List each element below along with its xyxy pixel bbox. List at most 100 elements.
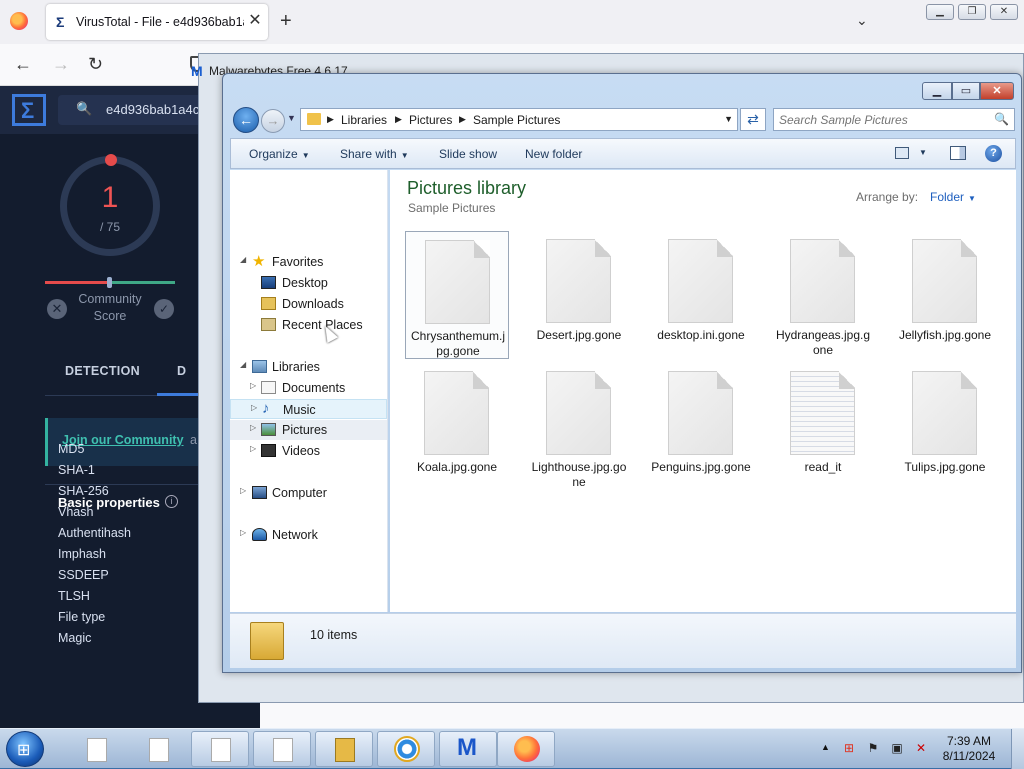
expanded-triangle-icon[interactable]: ◢ [240, 360, 246, 369]
browser-restore-button[interactable]: ❐ [958, 4, 986, 20]
collapsed-triangle-icon[interactable]: ▷ [240, 528, 246, 537]
action-center-flag-icon[interactable]: ⚑ [866, 741, 880, 755]
computer-icon [252, 486, 267, 499]
browser-minimize-button[interactable]: ▁ [926, 4, 954, 20]
breadcrumb-sample-pictures[interactable]: Sample Pictures [473, 113, 560, 127]
file-item[interactable]: Jellyfish.jpg.gone [893, 231, 997, 359]
forward-arrow-icon[interactable]: → [52, 54, 70, 75]
virustotal-logo-icon[interactable]: Σ [12, 94, 46, 126]
nav-pictures[interactable]: ▷ Pictures [230, 420, 387, 440]
address-bar[interactable]: ▶ Libraries ▶ Pictures ▶ Sample Pictures… [300, 108, 738, 131]
maximize-button[interactable]: ▭ [952, 82, 980, 100]
file-item[interactable]: Tulips.jpg.gone [893, 363, 997, 491]
info-icon[interactable]: i [165, 495, 178, 508]
page-fold [961, 239, 977, 257]
nav-music[interactable]: ▷ ♪ Music [230, 399, 387, 419]
preview-pane-icon[interactable] [950, 146, 966, 160]
volume-muted-icon[interactable]: ✕ [914, 741, 928, 755]
chevron-right-icon[interactable]: ▶ [395, 114, 402, 125]
search-box[interactable]: 🔍 [773, 108, 1015, 131]
taskbar-internet-explorer-button[interactable] [377, 731, 435, 767]
address-dropdown-icon[interactable]: ▼ [724, 114, 733, 124]
file-name: Koala.jpg.gone [416, 460, 498, 474]
file-item[interactable]: read_it [771, 363, 875, 491]
organize-button[interactable]: Organize ▼ [249, 147, 310, 161]
nav-documents[interactable]: ▷ Documents [230, 378, 387, 398]
show-hidden-icons-icon[interactable]: ▲ [821, 742, 830, 752]
firefox-logo-icon[interactable] [10, 12, 28, 30]
nav-label: Pictures [282, 423, 328, 437]
taskbar-malwarebytes-button[interactable]: M [439, 731, 497, 767]
new-folder-button[interactable]: New folder [525, 147, 582, 161]
taskbar-document-button[interactable] [253, 731, 311, 767]
nav-videos[interactable]: ▷ Videos [230, 441, 387, 461]
recent-places-icon [261, 318, 276, 331]
collapsed-triangle-icon[interactable]: ▷ [240, 486, 246, 495]
nav-desktop[interactable]: Desktop [230, 273, 387, 293]
nav-favorites[interactable]: ◢ ★ Favorites [230, 252, 387, 272]
chevron-right-icon[interactable]: ▶ [327, 114, 334, 125]
file-item[interactable]: Koala.jpg.gone [405, 363, 509, 491]
expanded-triangle-icon[interactable]: ◢ [240, 255, 246, 264]
nav-label: Desktop [282, 276, 328, 290]
browser-close-button[interactable]: ✕ [990, 4, 1018, 20]
nav-libraries[interactable]: ◢ Libraries [230, 357, 387, 377]
nav-downloads[interactable]: Downloads [230, 294, 387, 314]
new-tab-button[interactable]: + [280, 10, 292, 33]
windows-flag-icon[interactable]: ⊞ [842, 741, 856, 755]
arrange-by-dropdown[interactable]: Folder ▼ [930, 190, 976, 204]
reload-icon[interactable]: ↻ [88, 54, 103, 75]
virustotal-favicon-icon: Σ [56, 14, 65, 30]
breadcrumb-libraries[interactable]: Libraries [341, 113, 387, 127]
list-all-tabs-button[interactable]: ⌄ [856, 12, 868, 29]
help-icon[interactable]: ? [985, 145, 1002, 162]
property-label: Vhash [58, 505, 94, 519]
forward-button[interactable]: → [261, 109, 285, 133]
community-score-label: Community Score [78, 292, 142, 323]
desktop-icon [261, 276, 276, 289]
file-item[interactable]: Desert.jpg.gone [527, 231, 631, 359]
back-button[interactable]: ← [233, 107, 259, 133]
taskbar-document-button[interactable] [129, 731, 187, 767]
minimize-button[interactable]: ▁ [922, 82, 952, 100]
taskbar-document-button[interactable] [67, 731, 125, 767]
taskbar-document-button[interactable] [191, 731, 249, 767]
back-arrow-icon[interactable]: ← [14, 54, 32, 75]
breadcrumb-pictures[interactable]: Pictures [409, 113, 452, 127]
close-tab-icon[interactable]: ✕ [246, 12, 264, 30]
share-with-button[interactable]: Share with ▼ [340, 147, 409, 161]
recent-pages-chevron-icon[interactable]: ▼ [287, 113, 296, 123]
nav-recent-places[interactable]: Recent Places [230, 315, 387, 335]
tab-details[interactable]: D [177, 364, 186, 378]
file-item[interactable]: Chrysanthemum.jpg.gone [405, 231, 509, 359]
chevron-down-icon[interactable]: ▼ [919, 148, 927, 157]
collapsed-triangle-icon[interactable]: ▷ [251, 403, 257, 412]
nav-network[interactable]: ▷ Network [230, 525, 387, 545]
refresh-button[interactable]: ⇄ [740, 108, 766, 131]
network-status-icon[interactable]: ▣ [890, 741, 904, 755]
collapsed-triangle-icon[interactable]: ▷ [250, 423, 256, 432]
taskbar-explorer-button[interactable] [315, 731, 373, 767]
file-item[interactable]: Penguins.jpg.gone [649, 363, 753, 491]
nav-computer[interactable]: ▷ Computer [230, 483, 387, 503]
clock[interactable]: 7:39 AM 8/11/2024 [941, 734, 997, 764]
vote-malicious-icon[interactable]: ✕ [47, 299, 67, 319]
change-view-icon[interactable] [895, 147, 909, 159]
tab-detection[interactable]: DETECTION [65, 364, 140, 378]
folder-icon [250, 622, 284, 660]
chevron-right-icon[interactable]: ▶ [459, 114, 466, 125]
collapsed-triangle-icon[interactable]: ▷ [250, 444, 256, 453]
file-item[interactable]: Hydrangeas.jpg.gone [771, 231, 875, 359]
browser-tab-virustotal[interactable]: Σ VirusTotal - File - e4d936bab1a4 ✕ [46, 4, 268, 40]
file-item[interactable]: Lighthouse.jpg.gone [527, 363, 631, 491]
close-button[interactable]: ✕ [980, 82, 1014, 100]
show-desktop-button[interactable] [1011, 729, 1024, 769]
search-input[interactable] [777, 111, 987, 128]
slide-show-button[interactable]: Slide show [439, 147, 497, 161]
taskbar-firefox-button[interactable] [497, 731, 555, 767]
collapsed-triangle-icon[interactable]: ▷ [250, 381, 256, 390]
vote-harmless-icon[interactable]: ✓ [154, 299, 174, 319]
search-icon[interactable]: 🔍 [994, 112, 1009, 126]
file-item[interactable]: desktop.ini.gone [649, 231, 753, 359]
start-button[interactable]: ⊞ [6, 731, 44, 767]
